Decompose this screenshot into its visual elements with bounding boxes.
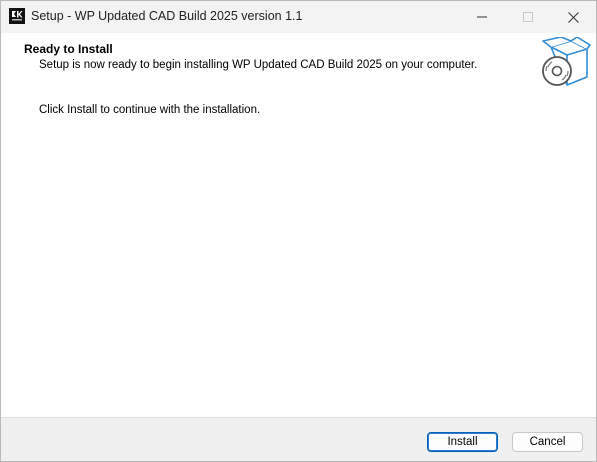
minimize-icon	[477, 12, 487, 22]
app-icon	[9, 8, 25, 24]
install-button[interactable]: Install	[427, 432, 498, 452]
close-icon	[567, 11, 579, 23]
window-title: Setup - WP Updated CAD Build 2025 versio…	[31, 9, 303, 23]
maximize-icon	[523, 12, 533, 22]
wizard-footer: Install Cancel	[1, 417, 596, 461]
page-subtitle: Setup is now ready to begin installing W…	[39, 59, 478, 71]
close-button[interactable]	[550, 1, 596, 33]
install-instruction: Click Install to continue with the insta…	[39, 104, 261, 116]
box-disc-icon	[537, 36, 591, 89]
page-title: Ready to Install	[24, 42, 113, 56]
wizard-header: Ready to Install Setup is now ready to b…	[1, 33, 596, 91]
setup-window: Setup - WP Updated CAD Build 2025 versio…	[0, 0, 597, 462]
maximize-button[interactable]	[505, 1, 551, 33]
cancel-button[interactable]: Cancel	[512, 432, 583, 452]
title-bar[interactable]: Setup - WP Updated CAD Build 2025 versio…	[1, 1, 596, 33]
minimize-button[interactable]	[459, 1, 505, 33]
